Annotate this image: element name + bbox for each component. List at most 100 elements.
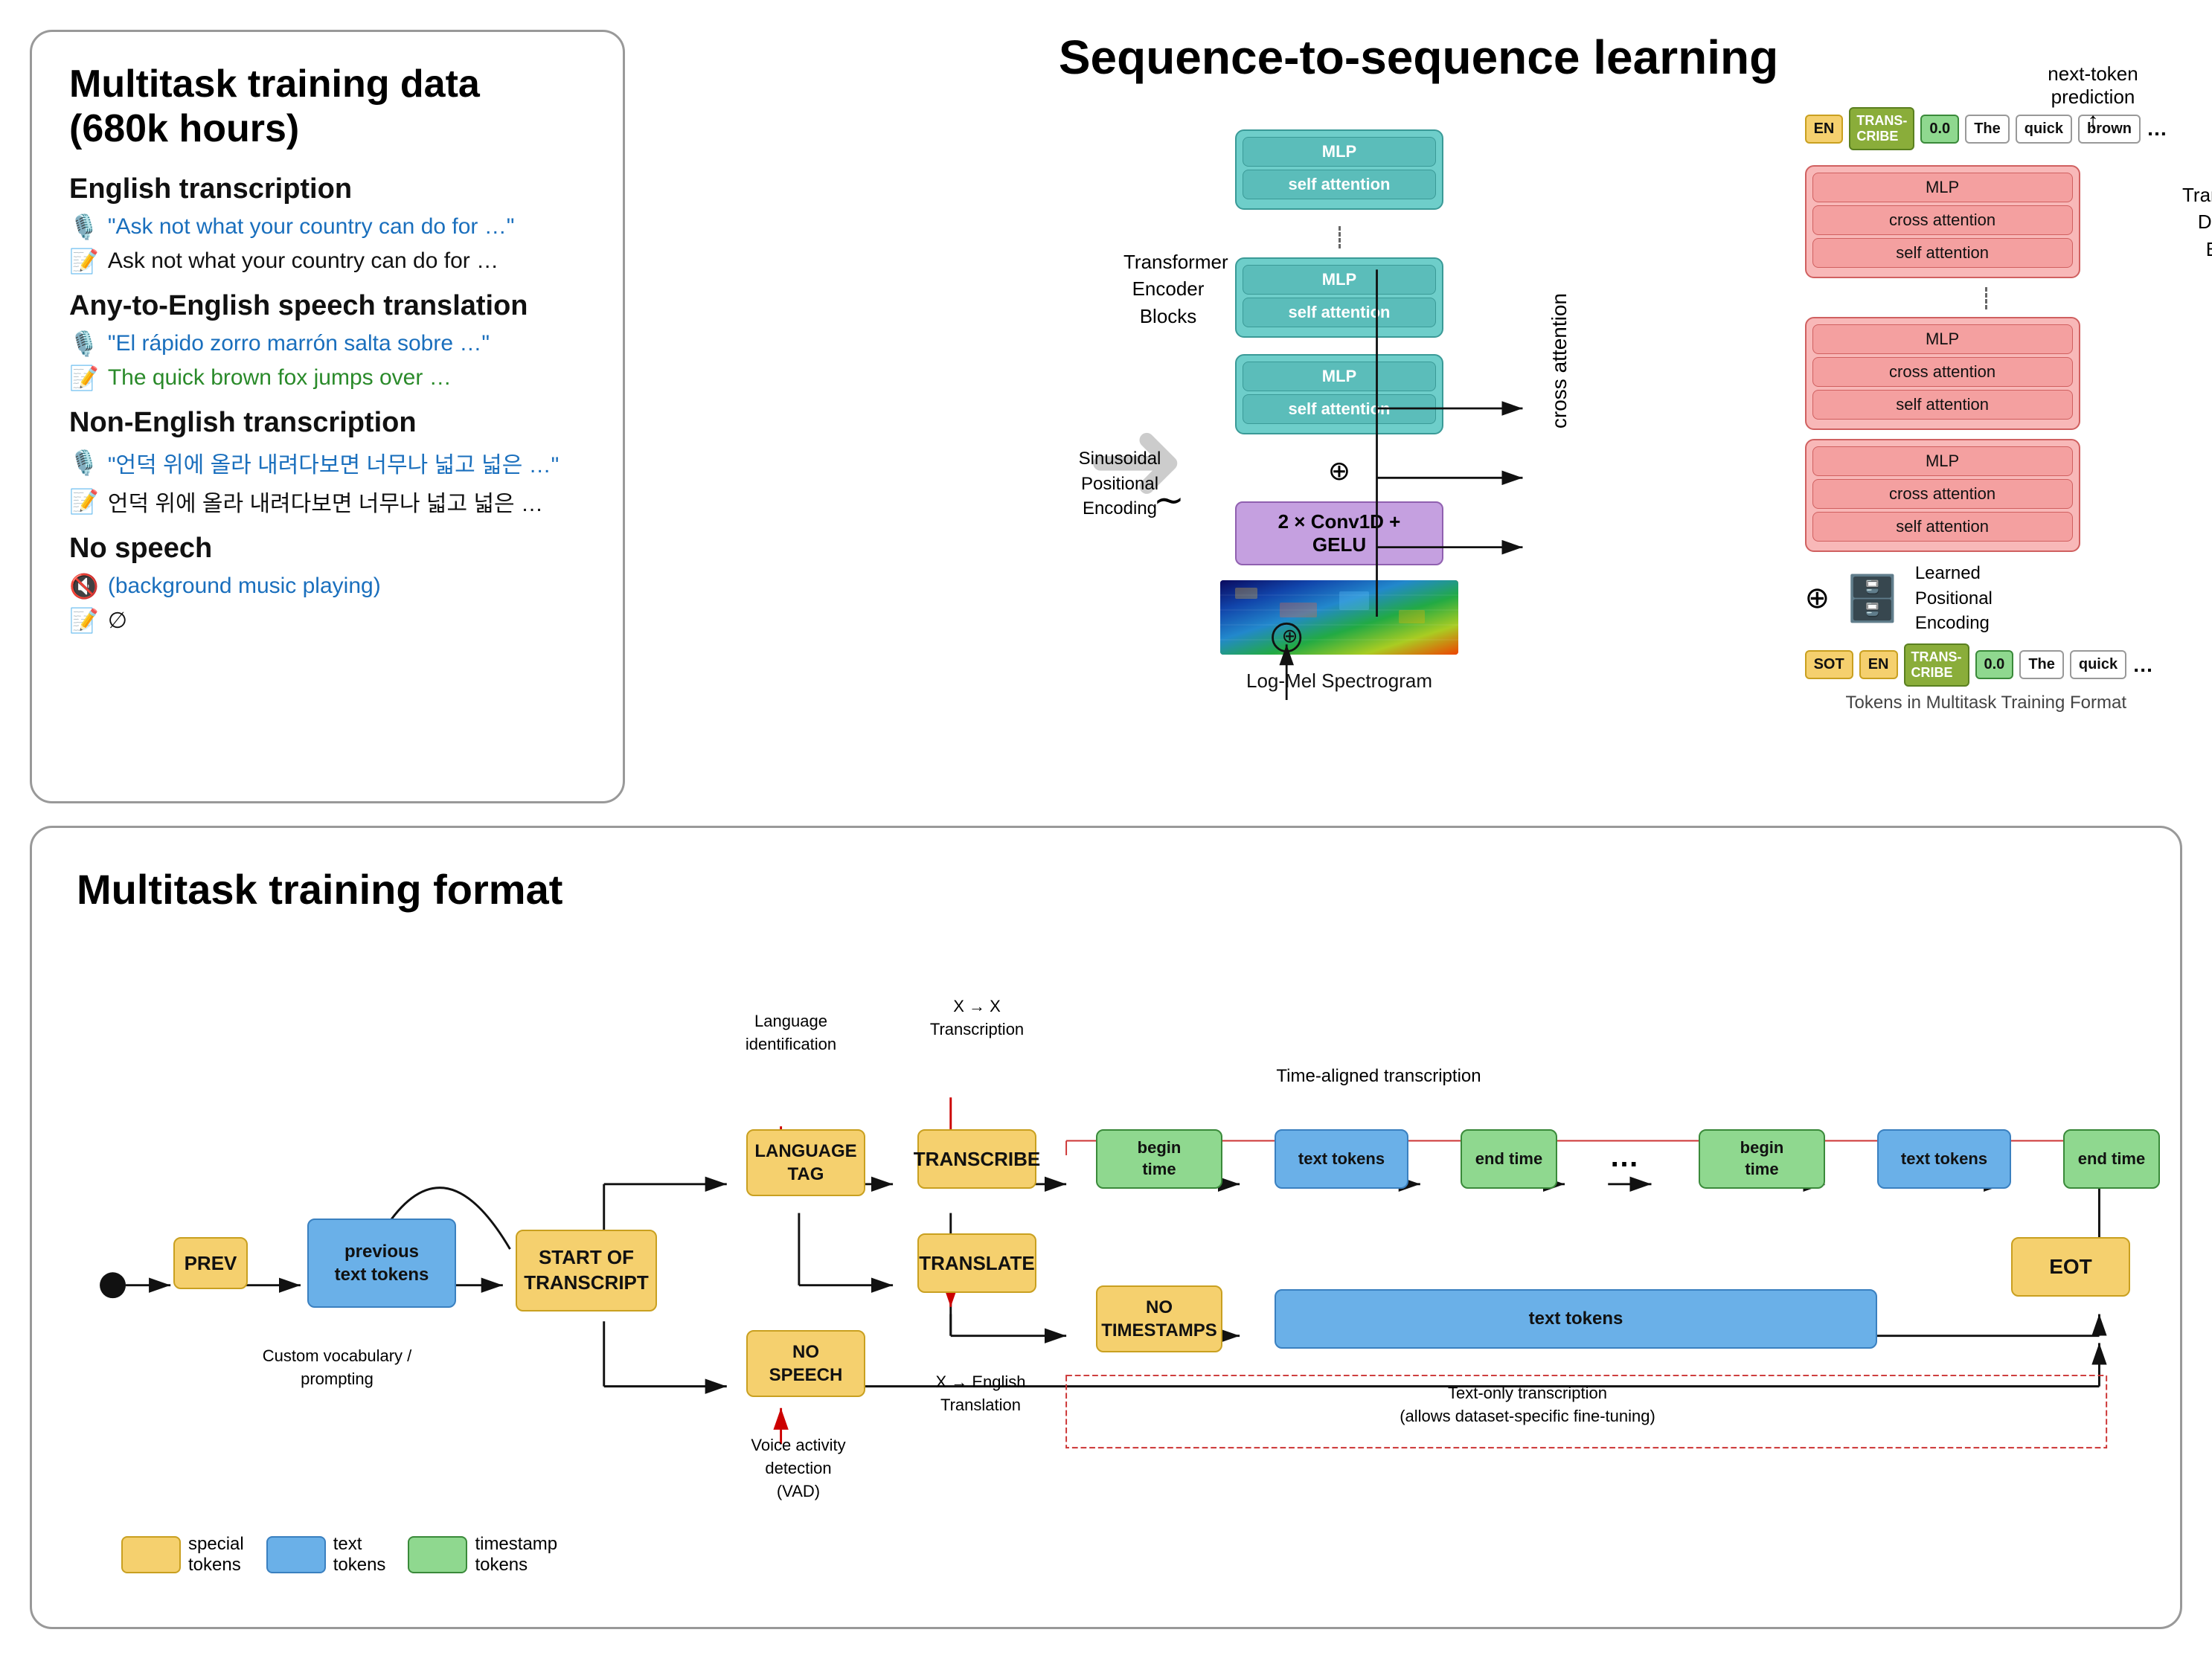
- decoder-bottom: ⊕ 🗄️ LearnedPositionalEncoding: [1805, 561, 2167, 636]
- section-heading-nonenglish: Non-English transcription: [69, 407, 586, 439]
- nonenglish-item-1: 🎙️ "언덕 위에 올라 내려다보면 너무나 넓고 넓은 …": [69, 446, 586, 479]
- legend-text-box: [266, 1536, 326, 1573]
- multitask-title: Multitask training data (680k hours): [69, 62, 586, 151]
- decoder-mlp-1: MLP: [1812, 446, 2073, 476]
- encoder-self-attn-3: self attention: [1243, 170, 1436, 199]
- decoder-self-attn-1: self attention: [1812, 512, 2073, 542]
- bottom-title: Multitask training format: [77, 865, 2135, 914]
- cross-attention-label: cross attention: [1548, 293, 1571, 428]
- nonenglish-item-2: 📝 언덕 위에 올라 내려다보면 너무나 넓고 넓은 …: [69, 485, 586, 518]
- encoder-blocks: MLP self attention MLP self attention ML…: [1220, 129, 1458, 693]
- token-en-bottom: EN: [1859, 650, 1898, 679]
- end-time-1-node: end time: [1461, 1129, 1557, 1189]
- bottom-section: Multitask training format: [30, 826, 2182, 1629]
- token-dots-bottom: …: [2132, 653, 2153, 677]
- x-to-en-label: X → EnglishTranslation: [917, 1371, 1044, 1417]
- plus-circle-decoder: ⊕: [1805, 581, 1830, 615]
- encoder-label: Transformer Encoder Blocks: [1123, 248, 1213, 330]
- nospeech-item-2: 📝 ∅: [69, 606, 586, 635]
- decoder-cross-attn-1: cross attention: [1812, 479, 2073, 509]
- time-aligned-label: Time-aligned transcription: [1193, 1066, 1565, 1087]
- decoder-self-attn-2: self attention: [1812, 390, 2073, 420]
- encoder-self-attn-2: self attention: [1243, 298, 1436, 327]
- mic-icon-1: 🎙️: [69, 213, 99, 241]
- legend-timestamp-tokens: timestamp tokens: [408, 1534, 557, 1576]
- legend-text-label: text tokens: [333, 1534, 386, 1576]
- spectrogram: [1220, 580, 1458, 655]
- legend-special-label: special tokens: [188, 1534, 244, 1576]
- tilde-sign: ∼: [1153, 478, 1184, 521]
- nospeech-item-1: 🔇 (background music playing): [69, 572, 586, 600]
- decoder-cross-attn-2: cross attention: [1812, 357, 2073, 387]
- nospeech-text-2: ∅: [108, 608, 127, 634]
- mic-icon-2: 🎙️: [69, 330, 99, 358]
- text-tokens-wide-node: text tokens: [1275, 1289, 1877, 1349]
- diagram-container: ➜ Transformer Encoder Blocks MLP self at…: [655, 107, 2182, 814]
- token-00-bottom: 0.0: [1975, 650, 2014, 679]
- token-quick-bottom: quick: [2070, 650, 2126, 679]
- section-heading-nospeech: No speech: [69, 533, 586, 565]
- pencil-icon-2: 📝: [69, 364, 99, 392]
- nonenglish-text-2: 언덕 위에 올라 내려다보면 너무나 넓고 넓은 …: [108, 485, 543, 518]
- translate-node: TRANSLATE: [917, 1233, 1036, 1293]
- section-translation: Any-to-English speech translation 🎙️ "El…: [69, 290, 586, 392]
- eot-node: EOT: [2011, 1237, 2130, 1297]
- section-nonenglish: Non-English transcription 🎙️ "언덕 위에 올라 내…: [69, 407, 586, 518]
- decoder-self-attn-3: self attention: [1812, 238, 2073, 268]
- end-time-2-node: end time: [2063, 1129, 2160, 1189]
- multitask-training-box: Multitask training data (680k hours) Eng…: [30, 30, 625, 803]
- encoder-mlp-2: MLP: [1243, 265, 1436, 295]
- mic-icon-3: 🎙️: [69, 449, 99, 477]
- decoder-block-3: MLP cross attention self attention: [1805, 165, 2080, 278]
- legend-timestamp-box: [408, 1536, 467, 1573]
- decoder-dots: [1985, 287, 1987, 309]
- tokens-bottom-label: Tokens in Multitask Training Format: [1805, 693, 2167, 713]
- english-item-2: 📝 Ask not what your country can do for …: [69, 247, 586, 275]
- custom-vocab-label: Custom vocabulary /prompting: [255, 1345, 419, 1391]
- english-text-1: "Ask not what your country can do for …": [108, 214, 515, 240]
- token-en-top: EN: [1805, 115, 1844, 144]
- token-transcribe-bottom: TRANS-CRIBE: [1904, 643, 1969, 687]
- pencil-icon-3: 📝: [69, 487, 99, 516]
- encoder-dots: [1339, 226, 1341, 248]
- pencil-icon-4: 📝: [69, 606, 99, 635]
- pencil-icon-1: 📝: [69, 247, 99, 275]
- legend-special-box: [121, 1536, 181, 1573]
- no-speech-node: NO SPEECH: [746, 1330, 865, 1397]
- dots-1: …: [1609, 1140, 1639, 1174]
- encoder-block-2: MLP self attention: [1235, 257, 1443, 338]
- seq2seq-title: Sequence-to-sequence learning: [655, 30, 2182, 85]
- prev-text-tokens-node: previous text tokens: [307, 1219, 456, 1308]
- english-item-1: 🎙️ "Ask not what your country can do for…: [69, 213, 586, 241]
- start-transcript-node: START OF TRANSCRIPT: [516, 1230, 657, 1311]
- token-the-top: The: [1965, 115, 2010, 144]
- decoder-mlp-3: MLP: [1812, 173, 2073, 202]
- tokens-bottom-row: SOT EN TRANS-CRIBE 0.0 The quick …: [1805, 643, 2167, 687]
- decoder-block-1: MLP cross attention self attention: [1805, 439, 2080, 552]
- prev-node: PREV: [173, 1237, 248, 1289]
- language-id-label: Languageidentification: [724, 1010, 858, 1056]
- english-text-2: Ask not what your country can do for …: [108, 248, 498, 274]
- decoder-cross-attn-3: cross attention: [1812, 205, 2073, 235]
- decoder-block-2: MLP cross attention self attention: [1805, 317, 2080, 430]
- begin-time-2-node: begin time: [1699, 1129, 1825, 1189]
- text-only-label: Text-only transcription (allows dataset-…: [1341, 1382, 1714, 1428]
- decoder-blocks-label: TransformerDecoderBlocks: [2182, 182, 2212, 263]
- x-to-x-label: X → XTranscription: [917, 995, 1036, 1041]
- top-section: Multitask training data (680k hours) Eng…: [0, 0, 2212, 818]
- seq2seq-section: Sequence-to-sequence learning ➜ Transfor…: [655, 30, 2182, 803]
- nonenglish-text-1: "언덕 위에 올라 내려다보면 너무나 넓고 넓은 …": [108, 446, 559, 479]
- next-token-label: next-tokenprediction ↑: [2019, 62, 2167, 134]
- encoder-mlp-1: MLP: [1243, 362, 1436, 391]
- encoder-self-attn-1: self attention: [1243, 394, 1436, 424]
- text-tokens-1-node: text tokens: [1275, 1129, 1408, 1189]
- mute-icon: 🔇: [69, 572, 99, 600]
- db-icon: 🗄️: [1844, 572, 1900, 625]
- legend-special-tokens: special tokens: [121, 1534, 244, 1576]
- section-heading-translation: Any-to-English speech translation: [69, 290, 586, 322]
- translation-item-1: 🎙️ "El rápido zorro marrón salta sobre ……: [69, 330, 586, 358]
- legend-text-tokens: text tokens: [266, 1534, 386, 1576]
- encoder-area: Transformer Encoder Blocks MLP self atte…: [1220, 129, 1458, 693]
- token-transcribe-top: TRANS-CRIBE: [1849, 107, 1914, 150]
- translation-item-2: 📝 The quick brown fox jumps over …: [69, 364, 586, 392]
